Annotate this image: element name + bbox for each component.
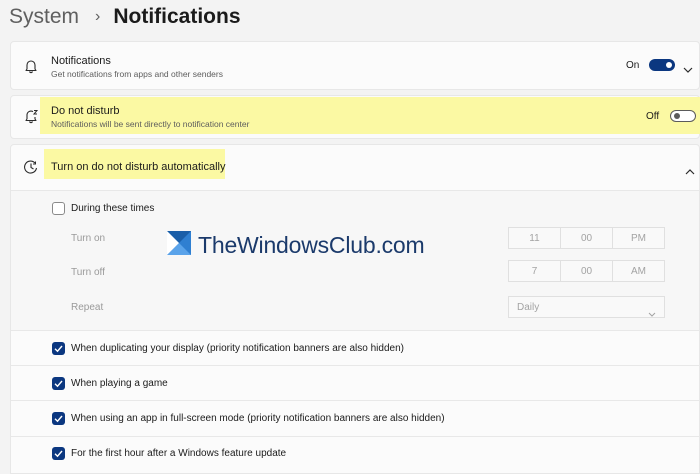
turn-off-hour[interactable]: 7 <box>509 261 561 281</box>
chevron-down-icon[interactable] <box>683 61 693 79</box>
divider <box>11 400 700 401</box>
feature-update-checkbox[interactable] <box>52 447 65 460</box>
turn-off-minute[interactable]: 00 <box>561 261 613 281</box>
repeat-dropdown[interactable]: Daily <box>508 296 665 318</box>
turn-off-period[interactable]: AM <box>613 261 664 281</box>
auto-dnd-setting-card: Turn on do not disturb automatically Dur… <box>10 144 700 474</box>
breadcrumb-system-link[interactable]: System <box>9 5 79 29</box>
notifications-subtitle: Get notifications from apps and other se… <box>51 69 223 79</box>
watermark-text: TheWindowsClub.com <box>198 231 425 258</box>
bell-snooze-icon <box>23 108 39 129</box>
windows-club-logo-icon <box>166 230 192 261</box>
during-times-label: During these times <box>71 203 155 214</box>
chevron-down-icon <box>648 305 656 323</box>
checkmark-icon <box>54 415 63 423</box>
dnd-state-text: Off <box>646 111 660 122</box>
playing-game-label: When playing a game <box>71 378 168 389</box>
divider <box>11 330 700 331</box>
during-times-checkbox[interactable] <box>52 202 65 215</box>
chevron-up-icon[interactable] <box>685 163 695 181</box>
divider <box>11 365 700 366</box>
toggle-knob <box>674 113 680 119</box>
watermark: TheWindowsClub.com <box>166 227 425 263</box>
notifications-state-text: On <box>626 60 640 71</box>
full-screen-app-checkbox[interactable] <box>52 412 65 425</box>
full-screen-app-label: When using an app in full-screen mode (p… <box>71 413 445 424</box>
notifications-setting-card[interactable]: Notifications Get notifications from app… <box>10 41 700 90</box>
repeat-dropdown-value: Daily <box>517 302 540 313</box>
page-title: Notifications <box>113 5 241 28</box>
turn-off-time-picker[interactable]: 7 00 AM <box>508 260 665 282</box>
bell-icon <box>23 58 39 79</box>
playing-game-checkbox[interactable] <box>52 377 65 390</box>
do-not-disturb-setting-card[interactable]: Do not disturb Notifications will be sen… <box>10 95 700 139</box>
clock-icon <box>23 159 39 180</box>
auto-dnd-title: Turn on do not disturb automatically <box>51 161 226 173</box>
checkmark-icon <box>54 345 63 353</box>
turn-on-time-picker[interactable]: 11 00 PM <box>508 227 665 249</box>
breadcrumb: System › Notifications <box>9 2 241 32</box>
duplicating-display-label: When duplicating your display (priority … <box>71 343 404 354</box>
notifications-title: Notifications <box>51 55 111 67</box>
checkmark-icon <box>54 380 63 388</box>
turn-on-period[interactable]: PM <box>613 228 664 248</box>
turn-on-hour[interactable]: 11 <box>509 228 561 248</box>
dnd-title: Do not disturb <box>51 105 120 117</box>
feature-update-label: For the first hour after a Windows featu… <box>71 448 287 459</box>
turn-on-minute[interactable]: 00 <box>561 228 613 248</box>
dnd-toggle[interactable] <box>670 110 696 122</box>
notifications-toggle[interactable] <box>649 59 675 71</box>
divider <box>11 436 700 437</box>
dnd-subtitle: Notifications will be sent directly to n… <box>51 119 250 129</box>
breadcrumb-separator: › <box>95 8 101 25</box>
toggle-knob <box>666 62 672 68</box>
turn-on-label: Turn on <box>71 233 106 244</box>
repeat-label: Repeat <box>71 302 104 313</box>
checkmark-icon <box>54 450 63 458</box>
turn-off-label: Turn off <box>71 267 105 278</box>
duplicating-display-checkbox[interactable] <box>52 342 65 355</box>
